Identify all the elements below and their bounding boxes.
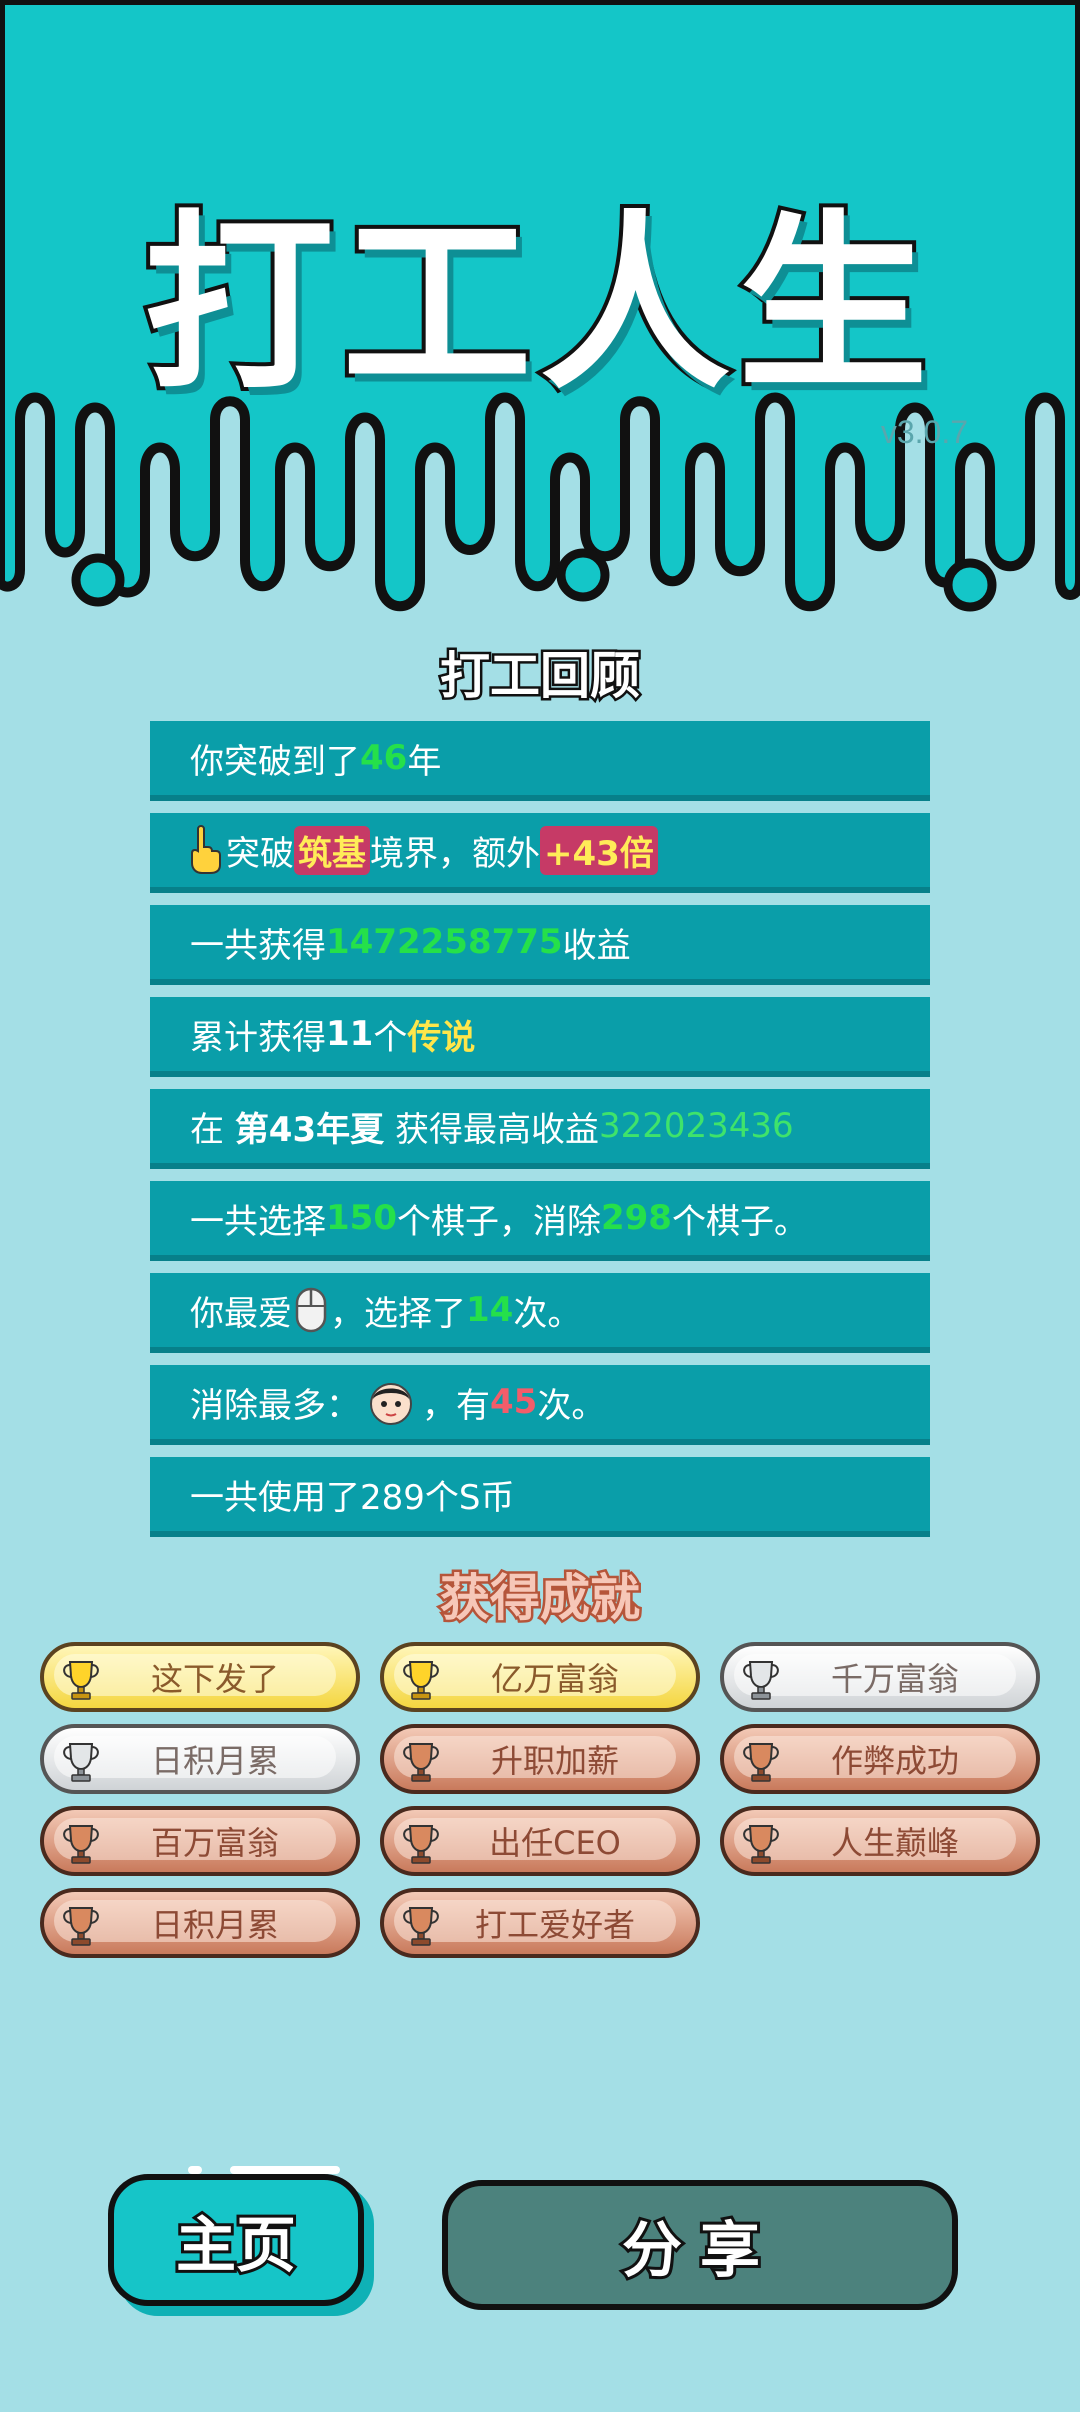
- review-list: 你突破到了 46 年 突破 筑基 境界，额外 +43倍 一共获得 1472258775 收益 …: [150, 721, 930, 1549]
- row-text: 个: [373, 1017, 408, 1058]
- trophy-icon: [403, 1743, 439, 1782]
- achievement-label: 出任CEO: [489, 1824, 621, 1862]
- achievement-label: 作弊成功: [830, 1742, 959, 1780]
- achievement-badge: 出任CEO: [380, 1806, 700, 1876]
- home-button-label: 主页: [173, 2208, 299, 2284]
- row-text: 个棋子，消除: [396, 1201, 601, 1242]
- game-title: 打工人生: [140, 190, 936, 419]
- realm-value: 筑基: [294, 825, 370, 875]
- share-button-label: 分享: [619, 2213, 778, 2289]
- bonus-value: +43倍: [540, 825, 658, 875]
- row-text: 你突破到了: [190, 741, 360, 782]
- achievement-badge: 亿万富翁: [380, 1642, 700, 1712]
- home-button[interactable]: 主页: [108, 2166, 364, 2306]
- achievement-label: 这下发了: [150, 1660, 279, 1698]
- achievement-label: 千万富翁: [830, 1660, 959, 1698]
- trophy-icon: [403, 1825, 439, 1864]
- achievement-label: 打工爱好者: [474, 1906, 635, 1944]
- row-text: 累计获得: [190, 1017, 326, 1058]
- trophy-icon: [743, 1743, 779, 1782]
- achievement-badge: 日积月累: [40, 1888, 360, 1958]
- row-text: 个棋子。: [671, 1201, 808, 1242]
- favorite-times: 14: [466, 1290, 514, 1330]
- review-row-most-removed: 消除最多： ，有 45 次。: [150, 1365, 930, 1445]
- trophy-icon: [63, 1907, 99, 1946]
- review-row-realm: 突破 筑基 境界，额外 +43倍: [150, 813, 930, 893]
- review-row-income: 一共获得 1472258775 收益: [150, 905, 930, 985]
- review-row-years: 你突破到了 46 年: [150, 721, 930, 801]
- achievement-badge: 千万富翁: [720, 1642, 1040, 1712]
- row-text: ，有: [422, 1385, 490, 1426]
- row-text: 境界，额外: [370, 833, 540, 874]
- row-text: 一共使用了289个S币: [190, 1477, 515, 1518]
- trophy-icon: [403, 1661, 439, 1700]
- row-text: 年: [407, 741, 442, 782]
- row-text: 突破: [226, 833, 294, 874]
- trophy-icon: [743, 1661, 779, 1700]
- row-text: 获得最高收益: [394, 1109, 599, 1150]
- review-row-pieces: 一共选择 150 个棋子，消除 298 个棋子。: [150, 1181, 930, 1261]
- share-button[interactable]: 分享: [442, 2180, 958, 2310]
- review-row-coins: 一共使用了289个S币: [150, 1457, 930, 1537]
- row-text: 次。: [513, 1293, 582, 1334]
- trophy-icon: [743, 1825, 779, 1864]
- achievement-badge: 升职加薪: [380, 1724, 700, 1794]
- achievement-badge: 日积月累: [40, 1724, 360, 1794]
- years-value: 46: [360, 738, 408, 778]
- review-section-title: 打工回顾: [438, 645, 643, 708]
- achievement-label: 亿万富翁: [490, 1660, 619, 1698]
- best-income-value: 322023436: [598, 1106, 794, 1146]
- achievement-badge: 打工爱好者: [380, 1888, 700, 1958]
- rarity-label: 传说: [407, 1017, 476, 1058]
- face-icon: [370, 1383, 412, 1425]
- most-removed-times: 45: [490, 1382, 538, 1422]
- achievements-grid: 这下发了 亿万富翁 千万富翁 日积月累 升职加薪 作弊成功 百万富翁 出任CEO 人生巅峰 日积月…: [40, 1642, 1050, 1958]
- header: 打工人生 v3.0.7: [0, 0, 1080, 640]
- review-row-legend: 累计获得 11 个传说: [150, 997, 930, 1077]
- trophy-icon: [63, 1661, 99, 1700]
- trophy-icon: [63, 1743, 99, 1782]
- pointing-hand-icon: [191, 825, 221, 874]
- trophy-icon: [63, 1825, 99, 1864]
- row-text: 在: [190, 1109, 224, 1150]
- achievement-badge: 这下发了: [40, 1642, 360, 1712]
- achievement-label: 升职加薪: [490, 1742, 619, 1780]
- row-text: 收益: [562, 925, 631, 966]
- removed-count: 298: [600, 1198, 672, 1238]
- achievement-label: 日积月累: [150, 1742, 279, 1780]
- row-text: 你最爱: [190, 1293, 292, 1334]
- achievement-badge: 百万富翁: [40, 1806, 360, 1876]
- row-text: 消除最多：: [190, 1385, 360, 1426]
- row-text: ，选择了: [330, 1293, 466, 1334]
- version-label: v3.0.7: [880, 414, 968, 450]
- income-value: 1472258775: [326, 922, 563, 962]
- achievement-badge: 人生巅峰: [720, 1806, 1040, 1876]
- review-row-favorite: 你最爱 ，选择了 14 次。: [150, 1273, 930, 1353]
- best-time: 第43年夏: [234, 1109, 385, 1150]
- chosen-count: 150: [326, 1198, 397, 1238]
- achievements-section-title: 获得成就: [438, 1567, 643, 1630]
- achievement-label: 百万富翁: [150, 1824, 279, 1862]
- achievement-label: 人生巅峰: [830, 1824, 959, 1862]
- row-text: 一共选择: [190, 1201, 326, 1242]
- mouse-icon: [295, 1287, 327, 1333]
- row-text: 一共获得: [190, 925, 326, 966]
- row-text: 次。: [537, 1385, 606, 1426]
- trophy-icon: [403, 1907, 439, 1946]
- legend-count: 11: [326, 1014, 374, 1054]
- review-row-best-income: 在 第43年夏 获得最高收益 322023436: [150, 1089, 930, 1169]
- achievement-badge: 作弊成功: [720, 1724, 1040, 1794]
- achievement-label: 日积月累: [150, 1906, 279, 1944]
